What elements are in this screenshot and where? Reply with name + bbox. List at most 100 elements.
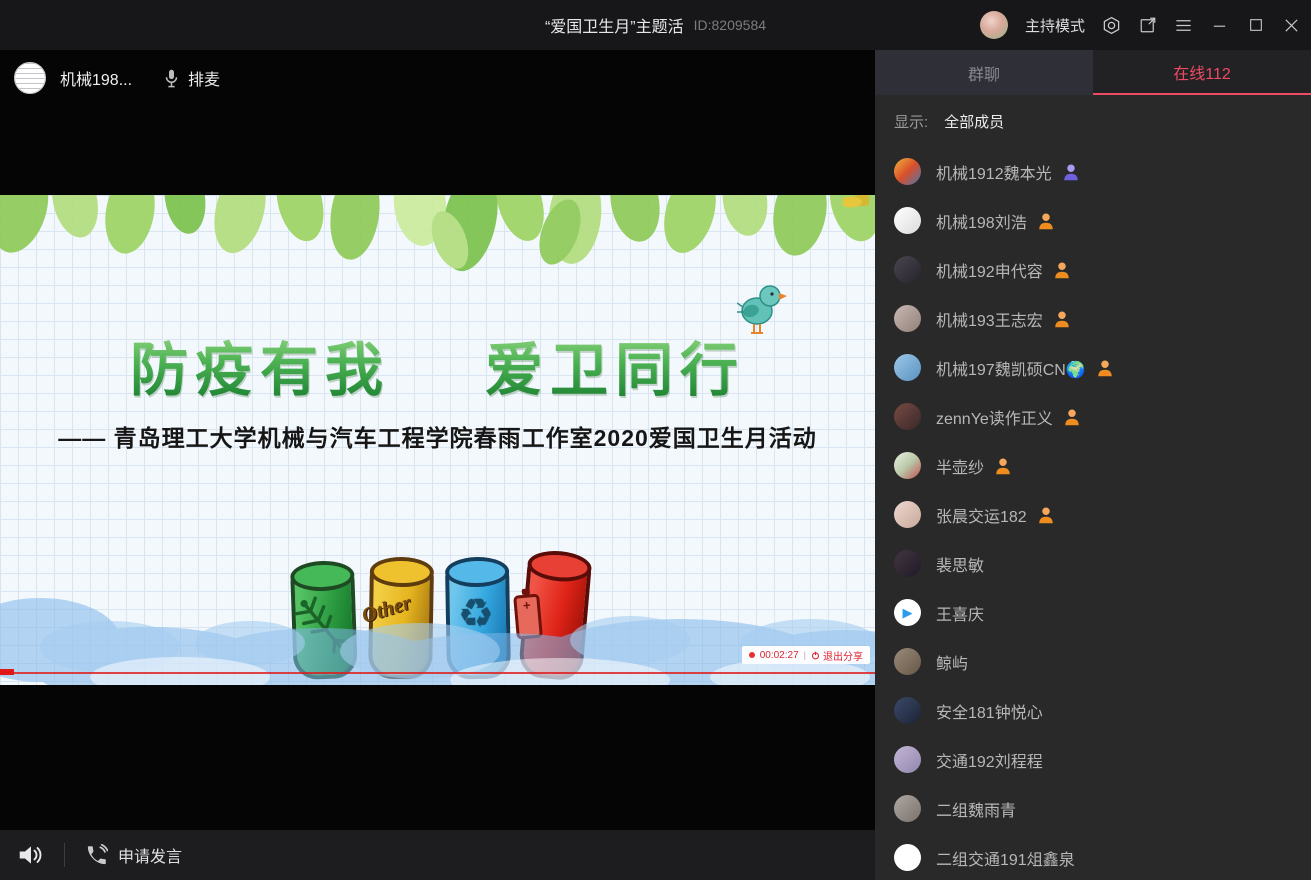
member-avatar <box>894 354 921 381</box>
tab-online-members[interactable]: 在线112 <box>1093 50 1311 95</box>
member-name: 二组交通191俎鑫泉 <box>936 846 1075 870</box>
member-avatar <box>894 158 921 185</box>
member-name: 机械193王志宏 <box>936 307 1043 331</box>
member-avatar <box>894 550 921 577</box>
member-name: 机械198刘浩 <box>936 209 1027 233</box>
microphone-icon <box>164 69 179 88</box>
member-row[interactable]: 半壶纱 <box>875 441 1311 490</box>
member-row[interactable]: 裴思敏 <box>875 539 1311 588</box>
member-row[interactable]: 二组魏雨青 <box>875 784 1311 833</box>
member-row[interactable]: 机械198刘浩 <box>875 196 1311 245</box>
member-avatar <box>894 305 921 332</box>
meeting-id: ID:8209584 <box>694 17 766 33</box>
member-name: 机械197魏凯硕CN🌍 <box>936 356 1086 380</box>
member-avatar <box>894 844 921 871</box>
member-row[interactable]: zennYe读作正义 <box>875 392 1311 441</box>
phone-icon <box>85 844 108 867</box>
user-avatar[interactable] <box>980 11 1008 39</box>
member-name: 交通192刘程程 <box>936 748 1043 772</box>
member-name: 半壶纱 <box>936 454 984 478</box>
open-external-icon[interactable] <box>1138 16 1157 35</box>
presenter-name: 机械198... <box>60 66 132 90</box>
share-region-line <box>0 672 875 674</box>
member-person-badge-icon <box>1053 310 1071 328</box>
member-avatar <box>894 452 921 479</box>
video-stage: 机械198... 排麦 <box>0 50 875 880</box>
member-row[interactable]: 机械197魏凯硕CN🌍 <box>875 343 1311 392</box>
slide-title-left: 防疫有我 <box>130 323 390 407</box>
presenter-row: 机械198... 排麦 <box>14 58 220 98</box>
filter-label: 显示: <box>894 111 928 132</box>
member-person-badge-icon <box>1037 212 1055 230</box>
titlebar-center: “爱国卫生月”主题活 ID:8209584 <box>545 0 766 50</box>
member-name: 二组魏雨青 <box>936 797 1016 821</box>
member-avatar <box>894 746 921 773</box>
member-person-badge-icon <box>1062 163 1080 181</box>
bottombar-divider <box>64 843 65 867</box>
member-avatar <box>894 648 921 675</box>
member-avatar: ▶ <box>894 599 921 626</box>
tab-group-chat[interactable]: 群聊 <box>875 50 1093 95</box>
member-name: 王喜庆 <box>936 601 984 625</box>
close-button[interactable] <box>1282 16 1301 35</box>
shared-slide: 防疫有我 爱卫同行 —— 青岛理工大学机械与汽车工程学院春雨工作室2020爱国卫… <box>0 195 875 685</box>
member-avatar <box>894 795 921 822</box>
clouds-decoration <box>0 585 875 685</box>
settings-icon[interactable] <box>1102 16 1121 35</box>
member-avatar <box>894 207 921 234</box>
member-row[interactable]: 交通192刘程程 <box>875 735 1311 784</box>
member-avatar <box>894 256 921 283</box>
bottom-control-bar: 申请发言 <box>0 830 875 880</box>
sidebar-tabs: 群聊 在线112 <box>875 50 1311 95</box>
minimize-button[interactable] <box>1210 16 1229 35</box>
member-row[interactable]: 机械1912魏本光 <box>875 147 1311 196</box>
mic-queue-label: 排麦 <box>188 66 220 90</box>
member-person-badge-icon <box>1037 506 1055 524</box>
recording-dot-icon <box>749 652 755 658</box>
slide-subtitle: —— 青岛理工大学机械与汽车工程学院春雨工作室2020爱国卫生月活动 <box>0 419 875 453</box>
power-icon <box>811 651 820 660</box>
yellow-leaf-decoration <box>843 195 869 211</box>
maximize-button[interactable] <box>1246 16 1265 35</box>
recording-pill: 00:02:27 | 退出分享 <box>742 646 870 664</box>
member-row[interactable]: 机械192申代容 <box>875 245 1311 294</box>
request-speak-button[interactable]: 申请发言 <box>85 843 182 867</box>
member-row[interactable]: ▶ 王喜庆 <box>875 588 1311 637</box>
member-avatar <box>894 697 921 724</box>
pill-divider: | <box>804 650 806 660</box>
member-name: 安全181钟悦心 <box>936 699 1043 723</box>
member-row[interactable]: 机械193王志宏 <box>875 294 1311 343</box>
member-row[interactable]: 安全181钟悦心 <box>875 686 1311 735</box>
member-person-badge-icon <box>1053 261 1071 279</box>
member-row[interactable]: 张晨交运182 <box>875 490 1311 539</box>
member-person-badge-icon <box>1096 359 1114 377</box>
member-filter-row: 显示: 全部成员 <box>875 95 1311 147</box>
member-avatar <box>894 403 921 430</box>
request-speak-label: 申请发言 <box>118 843 182 867</box>
host-mode-label: 主持模式 <box>1025 15 1085 36</box>
member-name: 张晨交运182 <box>936 503 1027 527</box>
recording-time: 00:02:27 <box>760 650 799 661</box>
member-avatar <box>894 501 921 528</box>
filter-value-dropdown[interactable]: 全部成员 <box>944 111 1004 132</box>
mic-queue-button[interactable]: 排麦 <box>164 66 220 90</box>
slide-title-right: 爱卫同行 <box>485 323 745 407</box>
member-row[interactable]: 鲸屿 <box>875 637 1311 686</box>
speaker-icon[interactable] <box>18 843 44 867</box>
meeting-window: “爱国卫生月”主题活 ID:8209584 主持模式 <box>0 0 1311 880</box>
member-name: 鲸屿 <box>936 650 968 674</box>
member-row[interactable]: 二组交通191俎鑫泉 <box>875 833 1311 880</box>
member-list[interactable]: 机械1912魏本光 机械198刘浩 机械192申代容 <box>875 147 1311 880</box>
meeting-title: “爱国卫生月”主题活 <box>545 13 684 37</box>
presenter-avatar[interactable] <box>14 62 46 94</box>
member-person-badge-icon <box>1063 408 1081 426</box>
member-name: 机械1912魏本光 <box>936 160 1052 184</box>
member-name: 裴思敏 <box>936 552 984 576</box>
member-name: zennYe读作正义 <box>936 405 1053 429</box>
sidebar: 群聊 在线112 显示: 全部成员 机械1912魏本光 机械198刘浩 <box>875 50 1311 880</box>
titlebar: “爱国卫生月”主题活 ID:8209584 主持模式 <box>0 0 1311 50</box>
exit-share-button[interactable]: 退出分享 <box>811 648 863 663</box>
menu-icon[interactable] <box>1174 16 1193 35</box>
leaves-decoration <box>0 195 875 274</box>
exit-share-label: 退出分享 <box>823 648 863 663</box>
